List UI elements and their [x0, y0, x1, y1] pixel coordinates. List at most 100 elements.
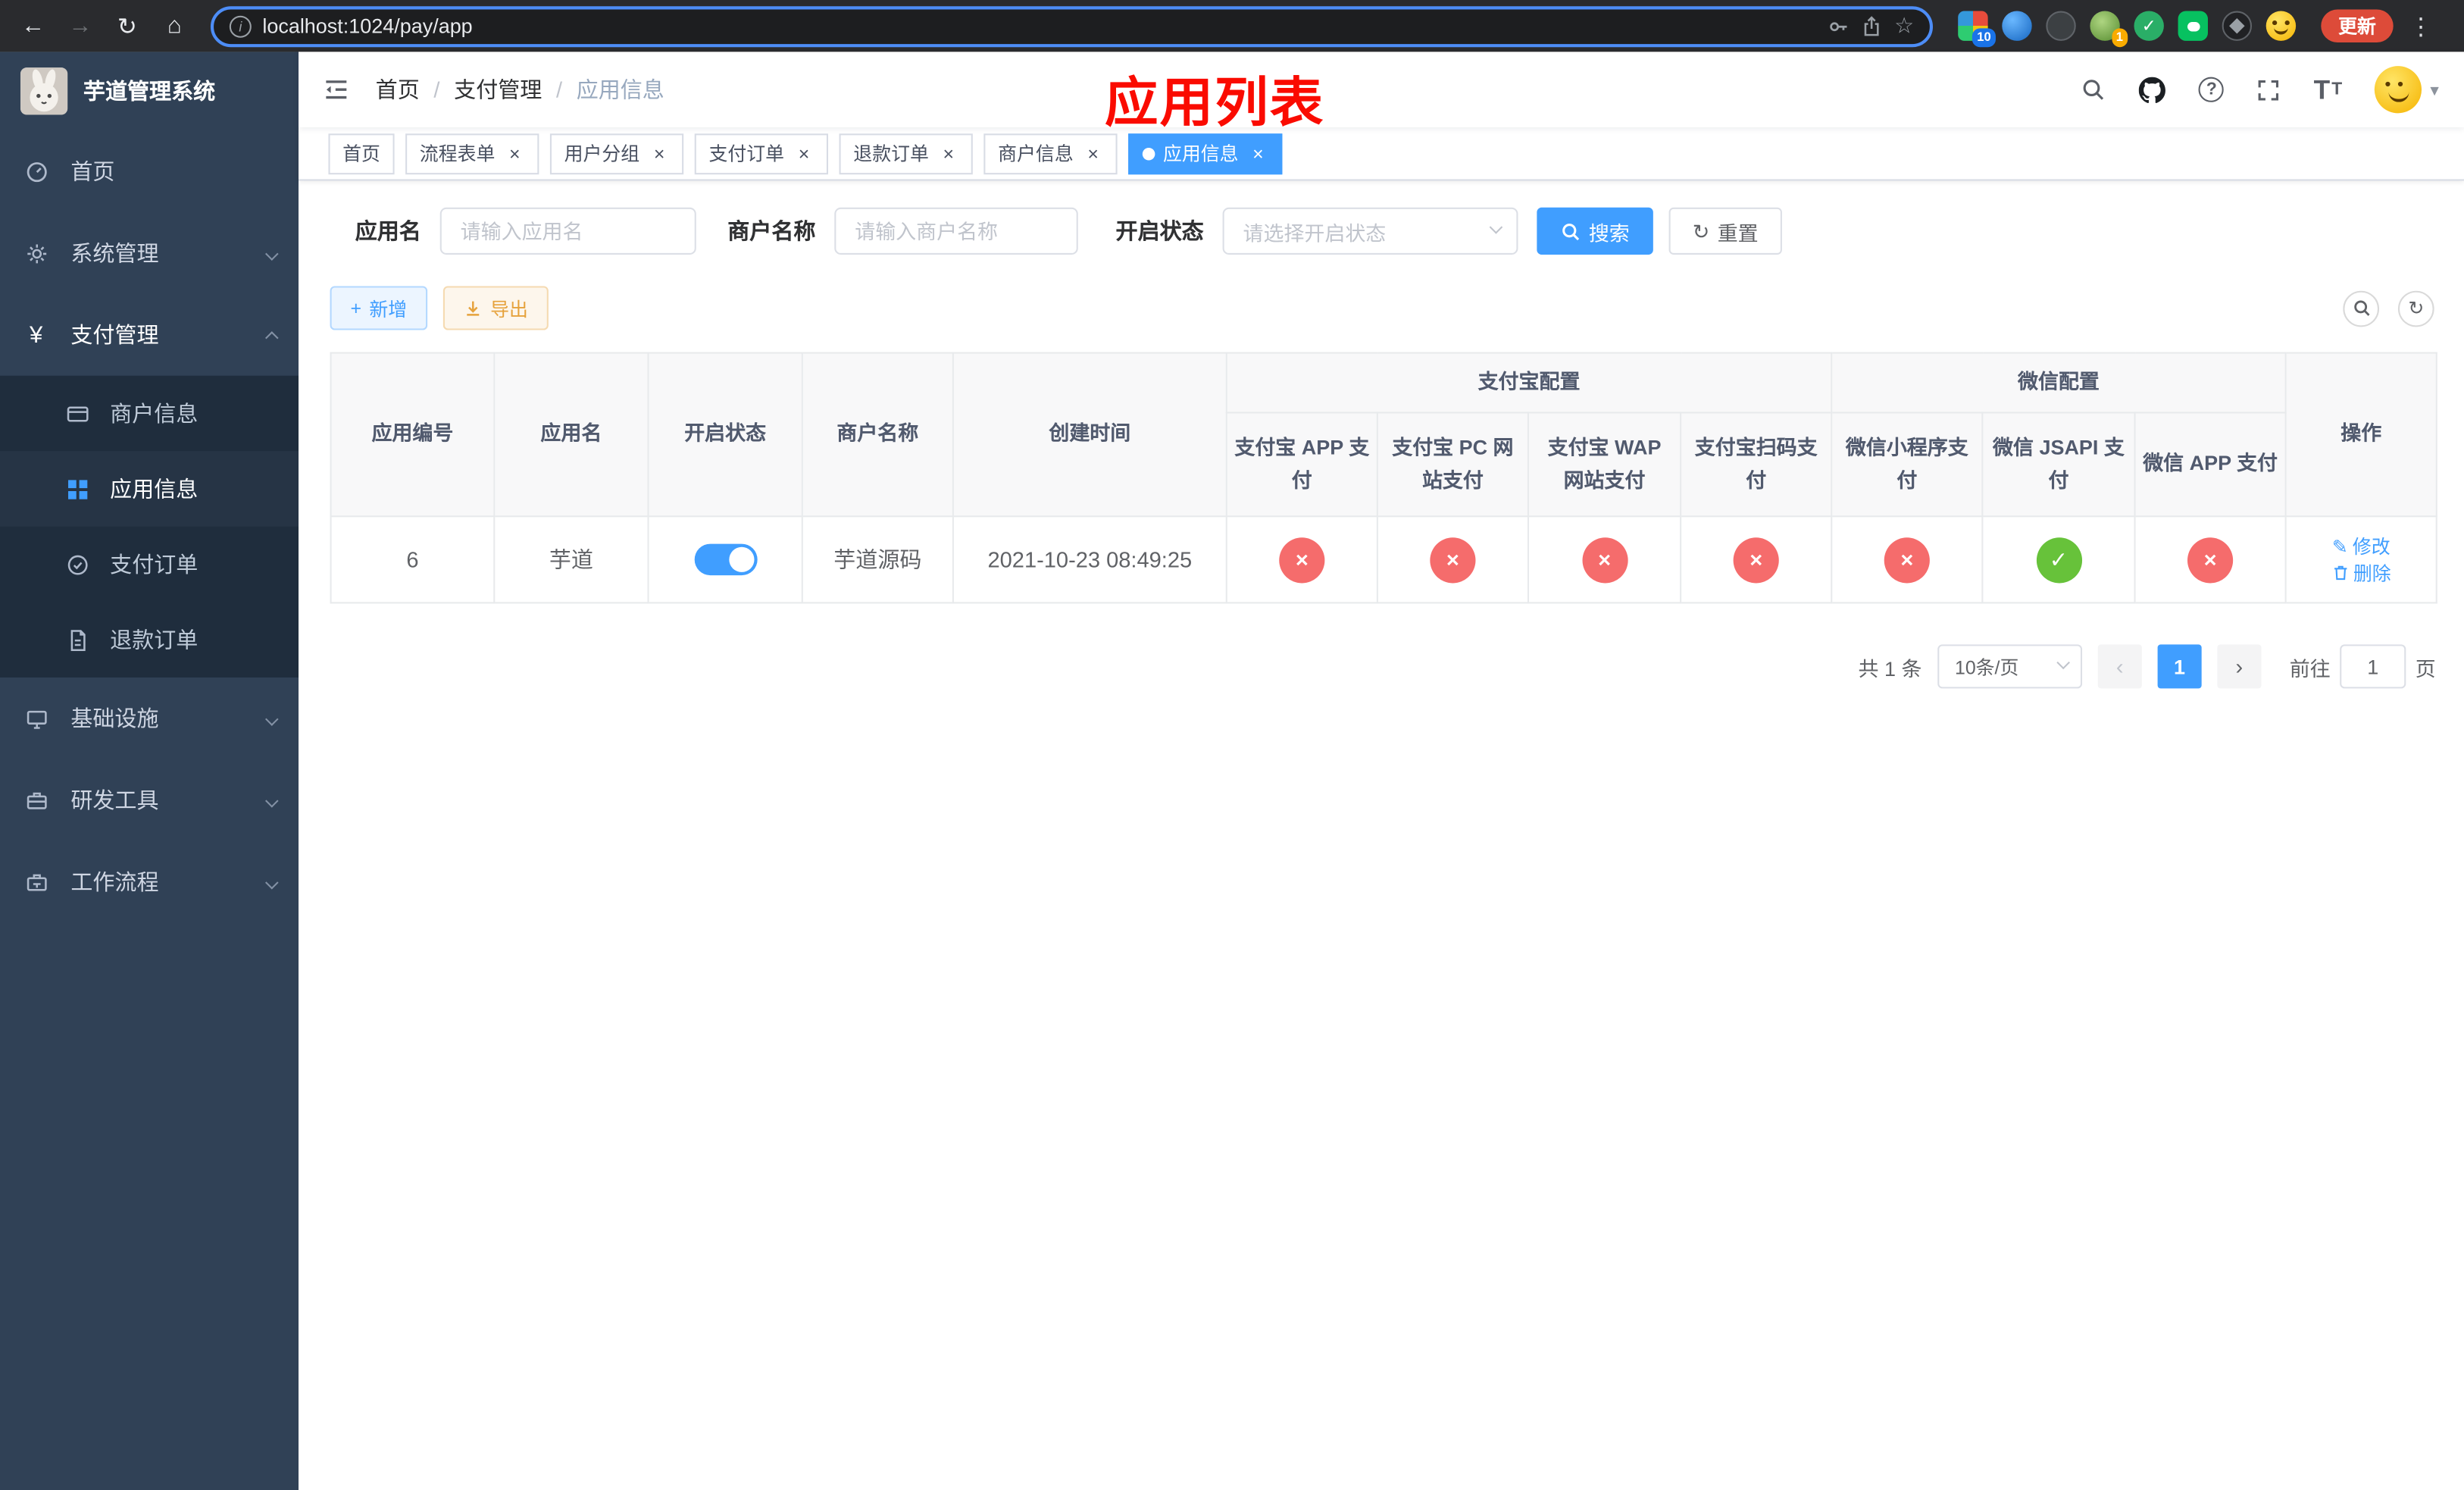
tab-pay-orders[interactable]: 支付订单 × — [694, 133, 829, 174]
page-1-button[interactable]: 1 — [2157, 644, 2202, 689]
breadcrumb-separator: / — [555, 77, 563, 102]
url-text[interactable]: localhost:1024/pay/app — [262, 14, 1817, 38]
tab-app-info[interactable]: 应用信息 × — [1128, 133, 1283, 174]
close-icon[interactable]: × — [1083, 143, 1103, 164]
payment-submenu: 商户信息 应用信息 支付订单 退款订单 — [0, 375, 299, 678]
github-icon[interactable] — [2139, 76, 2166, 103]
browser-reload-icon[interactable]: ↻ — [107, 5, 148, 46]
address-bar[interactable]: i localhost:1024/pay/app ☆ — [210, 5, 1934, 47]
password-key-icon[interactable] — [1828, 15, 1850, 37]
close-icon[interactable]: × — [649, 143, 670, 164]
col-header-alipay-app: 支付宝 APP 支付 — [1225, 412, 1378, 518]
sidebar-item-app-info[interactable]: 应用信息 — [0, 451, 299, 527]
cell-actions: ✎ 修改 删除 — [2284, 515, 2437, 604]
tab-process-form[interactable]: 流程表单 × — [405, 133, 539, 174]
app-logo-row[interactable]: 芋道管理系统 — [0, 52, 299, 130]
sidebar-item-label: 商户信息 — [110, 400, 199, 427]
close-icon[interactable]: × — [1248, 143, 1268, 164]
site-info-icon[interactable]: i — [229, 14, 252, 37]
extension-drop-icon[interactable] — [2002, 11, 2032, 41]
goto-page-input[interactable] — [2340, 644, 2406, 689]
sidebar-item-label: 应用信息 — [110, 476, 199, 502]
font-size-icon[interactable]: TT — [2314, 77, 2343, 103]
app-table: 应用编号 应用名 开启状态 商户名称 创建时间 支付宝配置 微信配置 操作 支付… — [330, 352, 2437, 604]
add-button[interactable]: + 新增 — [330, 286, 428, 330]
col-header-alipay-qr: 支付宝扫码支付 — [1680, 412, 1833, 518]
plus-icon: + — [350, 296, 362, 320]
tab-merchant-info[interactable]: 商户信息 × — [983, 133, 1118, 174]
sidebar-item-refund-orders[interactable]: 退款订单 — [0, 602, 299, 678]
sidebar-item-system[interactable]: 系统管理 — [0, 212, 299, 294]
fullscreen-icon[interactable] — [2257, 78, 2281, 102]
gear-icon — [22, 241, 50, 265]
app-name-input[interactable] — [439, 207, 696, 255]
browser-back-icon[interactable]: ← — [13, 5, 54, 46]
sidebar-item-label: 系统管理 — [70, 240, 159, 266]
next-page-button[interactable]: › — [2217, 644, 2262, 689]
status-select[interactable]: 请选择开启状态 — [1222, 207, 1518, 255]
grid-icon — [63, 477, 91, 500]
extension-dark-icon[interactable] — [2046, 11, 2076, 41]
pagination: 共 1 条 10条/页 ‹ 1 › 前往 页 — [330, 644, 2436, 689]
browser-home-icon[interactable]: ⌂ — [154, 5, 195, 46]
browser-menu-icon[interactable]: ⋮ — [2409, 12, 2432, 40]
sidebar: 芋道管理系统 首页 系统管理 ¥ 支付管理 商户信息 应用信息 支付订单 退款订… — [0, 52, 299, 1490]
extension-emoji-icon[interactable] — [2265, 11, 2297, 41]
export-button[interactable]: 导出 — [442, 286, 549, 330]
dashboard-icon — [22, 160, 50, 183]
chevron-down-icon — [265, 240, 279, 265]
sidebar-menu: 首页 系统管理 ¥ 支付管理 商户信息 应用信息 支付订单 退款订单 基础设施 … — [0, 130, 299, 922]
breadcrumb-home[interactable]: 首页 — [376, 74, 420, 105]
toggle-search-button[interactable] — [2343, 290, 2380, 327]
status-label: 开启状态 — [1115, 218, 1204, 244]
search-icon[interactable] — [2081, 77, 2106, 102]
breadcrumb-payment[interactable]: 支付管理 — [454, 74, 542, 105]
header-actions: ? TT ▾ — [2081, 66, 2464, 114]
sidebar-item-label: 基础设施 — [70, 706, 159, 731]
close-icon[interactable]: × — [938, 143, 958, 164]
prev-page-button[interactable]: ‹ — [2097, 644, 2142, 689]
reset-button[interactable]: ↻ 重置 — [1668, 207, 1782, 255]
sidebar-item-home[interactable]: 首页 — [0, 130, 299, 212]
merchant-name-label: 商户名称 — [727, 218, 816, 244]
extension-avatar-icon[interactable]: 1 — [2090, 11, 2128, 48]
extension-pinwheel-icon[interactable] — [2222, 11, 2253, 41]
search-button[interactable]: 搜索 — [1537, 207, 1653, 255]
extension-check-icon[interactable]: ✓ — [2134, 11, 2164, 41]
refresh-icon: ↻ — [1692, 219, 1710, 243]
tab-home[interactable]: 首页 — [328, 133, 395, 174]
tab-refund-orders[interactable]: 退款订单 × — [839, 133, 973, 174]
edit-button[interactable]: ✎ 修改 — [2332, 534, 2391, 560]
order-icon — [63, 552, 91, 576]
status-select-placeholder: 请选择开启状态 — [1243, 221, 1387, 245]
sidebar-item-label: 工作流程 — [70, 869, 159, 895]
sidebar-item-payment[interactable]: ¥ 支付管理 — [0, 294, 299, 376]
user-menu[interactable]: ▾ — [2375, 66, 2439, 114]
col-header-wx-app: 微信 APP 支付 — [2134, 412, 2287, 518]
status-toggle[interactable] — [693, 543, 757, 576]
download-icon — [467, 301, 480, 316]
browser-update-button[interactable]: 更新 — [2321, 9, 2394, 42]
tab-user-group[interactable]: 用户分组 × — [549, 133, 684, 174]
share-icon[interactable] — [1862, 15, 1884, 37]
extension-pixel-icon[interactable]: 10 — [1958, 11, 1996, 48]
sidebar-item-workflow[interactable]: 工作流程 — [0, 841, 299, 923]
refresh-button[interactable]: ↻ — [2397, 290, 2434, 327]
sidebar-item-dev-tools[interactable]: 研发工具 — [0, 759, 299, 841]
extension-chat-icon[interactable] — [2178, 11, 2208, 41]
sidebar-item-infrastructure[interactable]: 基础设施 — [0, 678, 299, 759]
close-icon[interactable]: × — [505, 143, 525, 164]
delete-button[interactable]: 删除 — [2331, 560, 2391, 587]
active-dot — [1142, 146, 1155, 160]
extension-badge: 1 — [2111, 28, 2128, 48]
help-icon[interactable]: ? — [2199, 77, 2225, 102]
sidebar-item-merchant-info[interactable]: 商户信息 — [0, 376, 299, 452]
merchant-name-input[interactable] — [834, 207, 1078, 255]
bookmark-star-icon[interactable]: ☆ — [1894, 13, 1914, 39]
browser-forward-icon[interactable]: → — [60, 5, 101, 46]
monitor-icon — [22, 706, 50, 730]
close-icon[interactable]: × — [793, 143, 814, 164]
sidebar-fold-icon[interactable] — [322, 76, 350, 104]
sidebar-item-pay-orders[interactable]: 支付订单 — [0, 527, 299, 603]
page-size-select[interactable]: 10条/页 — [1937, 644, 2082, 689]
